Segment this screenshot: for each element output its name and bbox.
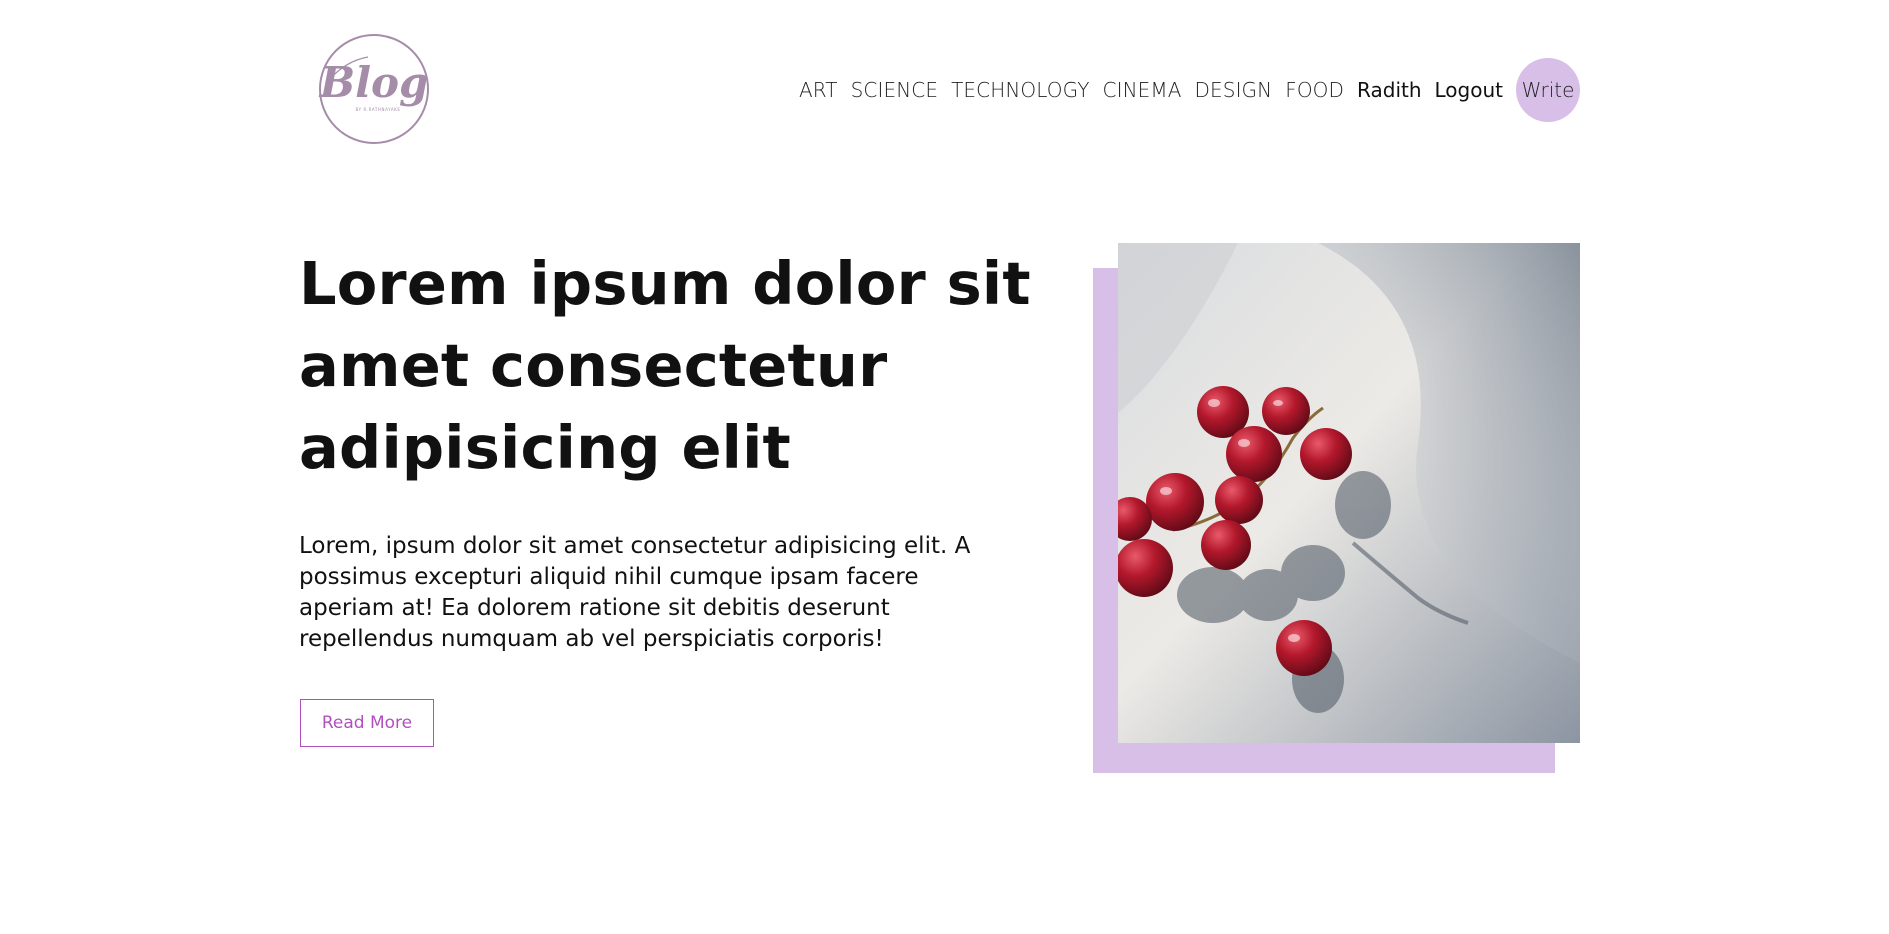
nav-username[interactable]: Radith [1357,78,1421,102]
post-image[interactable] [1118,243,1580,743]
nav-link-food[interactable]: FOOD [1285,78,1344,102]
post-excerpt: Lorem, ipsum dolor sit amet consectetur … [299,533,971,652]
nav-link-art[interactable]: ART [799,78,838,102]
nav-link-design[interactable]: DESIGN [1195,78,1273,102]
logo-text: Blog [319,58,429,107]
logout-link[interactable]: Logout [1435,78,1503,102]
blog-logo-mark: Blog BY R.RATHNAYAKE [319,34,429,144]
post-title: Lorem ipsum dolor sit amet consectetur a… [299,249,1031,482]
blog-logo[interactable]: Blog BY R.RATHNAYAKE [316,31,432,147]
main-nav: ART SCIENCE TECHNOLOGY CINEMA DESIGN FOO… [799,58,1580,122]
grapes-photo [1118,243,1580,743]
logo-subtext: BY R.RATHNAYAKE [355,107,400,112]
nav-link-technology[interactable]: TECHNOLOGY [951,78,1089,102]
nav-link-cinema[interactable]: CINEMA [1103,78,1182,102]
read-more-button[interactable]: Read More [300,699,434,747]
write-button[interactable]: Write [1516,58,1580,122]
page: Blog BY R.RATHNAYAKE ART SCIENCE TECHNOL… [0,0,1889,934]
nav-link-science[interactable]: SCIENCE [851,78,938,102]
